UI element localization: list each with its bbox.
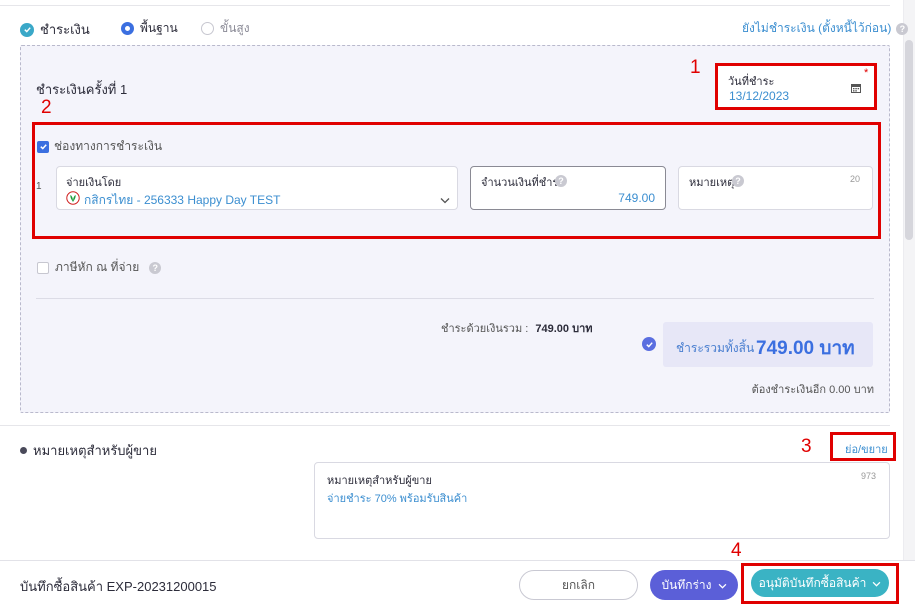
check-circle-icon [20,22,34,37]
panel-divider [36,298,874,299]
pay-by-value: กสิกรไทย - 256333 Happy Day TEST [84,193,281,207]
total-value: 749.00 บาท [756,338,855,359]
row-index: 1 [36,181,42,192]
annotation-number-2: 2 [41,97,52,118]
pay-by-select[interactable]: จ่ายเงินโดย กสิกรไทย - 256333 Happy Day … [56,166,458,210]
bullet-icon [20,447,27,454]
help-icon[interactable]: ? [555,175,567,187]
payment-date-label: วันที่ชำระ [728,76,775,88]
paid-label: ชำระด้วยเงินรวม : [441,323,529,335]
seller-note-field-label: หมายเหตุสำหรับผู้ขาย [327,475,432,487]
approve-label: อนุมัติบันทึกซื้อสินค้า [758,575,867,590]
note-label: หมายเหตุ [689,177,735,189]
total-box: ชำระรวมทั้งสิ้น 749.00 บาท [663,322,873,367]
payment-toggle[interactable]: ชำระเงิน [20,19,90,40]
check-circle-icon [642,337,656,351]
mode-basic-label: พื้นฐาน [140,21,178,35]
cancel-button[interactable]: ยกเลิก [519,570,638,600]
note-counter: 20 [849,174,860,184]
unpaid-link[interactable]: ยังไม่ชำระเงิน (ตั้งหนี้ไว้ก่อน) [742,19,891,38]
amount-field[interactable]: จำนวนเงินที่ชำระ ? 749.00 [470,166,666,210]
save-draft-button[interactable]: บันทึกร่าง [650,570,738,600]
radio-selected-icon [121,22,134,35]
remaining-text: ต้องชำระเงินอีก 0.00 บาท [751,384,874,396]
document-title: บันทึกซื้อสินค้า EXP-20231200015 [20,579,217,594]
seller-note-field[interactable]: หมายเหตุสำหรับผู้ขาย 973 จ่ายชำระ 70% พร… [314,462,890,539]
collapse-expand-link[interactable]: ย่อ/ขยาย [845,440,888,458]
help-icon[interactable]: ? [149,261,162,274]
radio-icon [201,22,214,35]
mode-advanced-label: ขั้นสูง [220,21,250,35]
section-divider [0,425,890,426]
chevron-down-icon [718,578,727,592]
pay-by-label: จ่ายเงินโดย [66,177,122,189]
bank-logo-icon [66,191,80,210]
checkbox-icon [37,261,49,274]
chevron-down-icon [872,576,881,590]
checkbox-checked-icon [37,140,49,153]
paid-value: 749.00 บาท [535,323,593,335]
seller-note-value: จ่ายชำระ 70% พร้อมรับสินค้า [327,493,468,505]
amount-label: จำนวนเงินที่ชำระ [481,177,565,189]
top-divider [0,5,890,6]
channel-label: ช่องทางการชำระเงิน [54,139,163,153]
payment-label: ชำระเงิน [40,22,90,37]
seller-note-counter: 973 [860,471,876,481]
total-label: ชำระรวมทั้งสิ้น [676,341,755,355]
mode-advanced-radio[interactable]: ขั้นสูง [201,19,250,38]
payment-date-value: 13/12/2023 [729,89,790,103]
annotation-number-3: 3 [801,436,812,457]
required-mark: * [864,67,869,79]
calendar-icon[interactable] [851,80,861,98]
help-icon[interactable]: ? [732,175,744,187]
help-icon[interactable]: ? [896,22,909,35]
chevron-down-icon [440,191,450,209]
seller-note-title: หมายเหตุสำหรับผู้ขาย [33,443,157,458]
payment-date-field[interactable]: วันที่ชำระ * 13/12/2023 [723,67,871,106]
mode-basic-radio[interactable]: พื้นฐาน [121,19,178,38]
save-draft-label: บันทึกร่าง [661,577,712,592]
annotation-number-4: 4 [731,540,742,561]
note-field[interactable]: หมายเหตุ ? 20 [678,166,873,210]
withholding-checkbox[interactable]: ภาษีหัก ณ ที่จ่าย ? [37,258,162,277]
approve-button[interactable]: อนุมัติบันทึกซื้อสินค้า [751,569,889,597]
channel-checkbox[interactable]: ช่องทางการชำระเงิน [37,137,162,156]
withholding-label: ภาษีหัก ณ ที่จ่าย [55,260,140,274]
cancel-label: ยกเลิก [561,577,596,592]
annotation-number-1: 1 [690,57,701,78]
scrollbar-thumb[interactable] [905,40,913,240]
amount-value: 749.00 [618,191,655,205]
